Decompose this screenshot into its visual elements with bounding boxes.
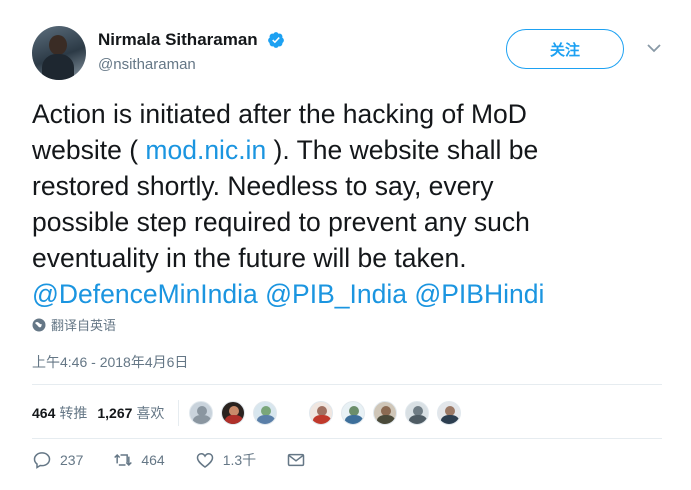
liker-avatar[interactable]: [341, 401, 366, 425]
tweet-text-segment: website (: [32, 135, 146, 165]
stats-separator: [178, 400, 180, 426]
liker-avatar[interactable]: [309, 401, 334, 425]
liker-avatar[interactable]: [373, 401, 398, 425]
globe-icon: [32, 318, 46, 331]
chevron-down-icon[interactable]: [646, 40, 662, 56]
translate-label[interactable]: 翻译自英语: [51, 315, 116, 334]
divider: [32, 384, 662, 385]
reply-icon: [33, 452, 51, 469]
avatar[interactable]: [32, 26, 86, 80]
like-stat[interactable]: 1,267 喜欢: [97, 403, 164, 423]
tweet-line: possible step required to prevent any su…: [32, 207, 530, 237]
tweet-line: @DefenceMinIndia @PIB_India @PIBHindi: [32, 276, 672, 312]
divider: [32, 438, 662, 439]
translate-tweet-link[interactable]: 翻译自英语: [32, 315, 116, 334]
like-stat-label: 喜欢: [136, 405, 165, 421]
retweet-icon: [114, 453, 133, 467]
author-display-name[interactable]: Nirmala Sitharaman: [98, 30, 258, 50]
verified-badge-icon: [268, 32, 285, 48]
tweet-text-segment: ). The website shall be: [266, 135, 539, 165]
direct-message-button[interactable]: [286, 450, 306, 470]
retweet-stat-label: 转推: [59, 405, 88, 421]
heart-icon: [196, 452, 213, 469]
mention-link[interactable]: @DefenceMinIndia: [32, 279, 258, 309]
retweet-button[interactable]: 464: [113, 450, 165, 470]
liker-avatar[interactable]: [253, 401, 278, 425]
tweet-timestamp[interactable]: 上午4:46 - 2018年4月6日: [32, 352, 188, 372]
liker-avatar[interactable]: [189, 401, 214, 425]
author-block: Nirmala Sitharaman @nsitharaman: [98, 30, 285, 73]
author-handle[interactable]: @nsitharaman: [98, 56, 285, 73]
tweet-header: Nirmala Sitharaman @nsitharaman 关注: [32, 26, 672, 82]
retweet-stat[interactable]: 464 转推: [32, 403, 87, 423]
retweet-count: 464: [32, 405, 56, 421]
mention-link[interactable]: @PIB_India: [265, 279, 407, 309]
liker-avatar[interactable]: [405, 401, 430, 425]
like-count: 1,267: [97, 405, 133, 421]
tweet-line: restored shortly. Needless to say, every: [32, 171, 494, 201]
tweet-stats: 464 转推 1,267 喜欢: [32, 400, 469, 426]
mention-link[interactable]: @PIBHindi: [414, 279, 544, 309]
retweet-count: 464: [141, 452, 165, 468]
tweet-line: Action is initiated after the hacking of…: [32, 99, 527, 129]
tweet-text: Action is initiated after the hacking of…: [32, 96, 672, 312]
tweet-actions: 237 464 1.3千: [32, 450, 336, 470]
like-count: 1.3千: [222, 452, 257, 468]
liker-avatar[interactable]: [221, 401, 246, 425]
liker-avatars: [189, 401, 469, 425]
reply-button[interactable]: 237: [32, 450, 83, 470]
reply-count: 237: [60, 452, 84, 468]
liker-avatar[interactable]: [437, 401, 462, 425]
like-button[interactable]: 1.3千: [195, 450, 256, 470]
envelope-icon: [287, 453, 305, 467]
tweet-line: website ( mod.nic.in ). The website shal…: [32, 132, 672, 168]
tweet-line: eventuality in the future will be taken.: [32, 243, 467, 273]
url-link[interactable]: mod.nic.in: [145, 135, 266, 165]
follow-button[interactable]: 关注: [506, 29, 624, 69]
